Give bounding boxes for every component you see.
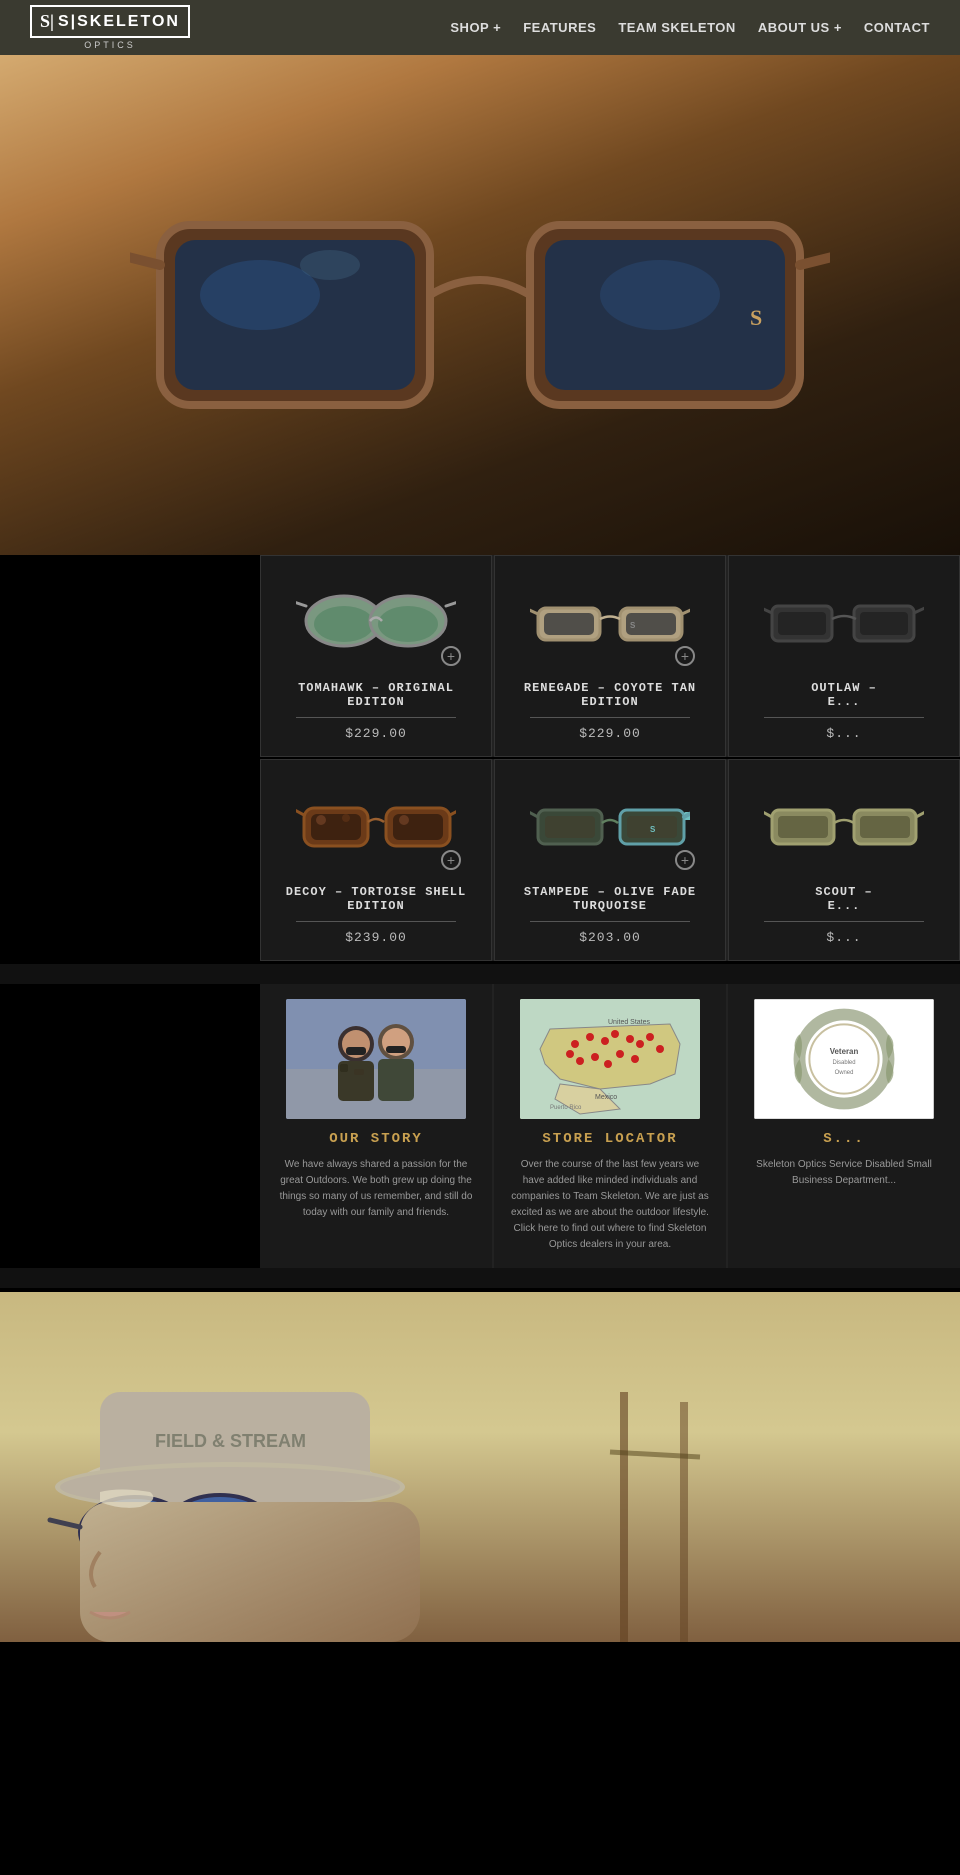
scout-glasses-svg xyxy=(764,790,924,860)
product-renegade-price: $229.00 xyxy=(579,726,641,741)
product-scout-image xyxy=(754,775,934,875)
bottom-hero: FIELD & STREAM S xyxy=(0,1292,960,1642)
our-story-title: OUR STORY xyxy=(329,1131,423,1147)
left-black-col-2 xyxy=(0,759,260,961)
nav-shop[interactable]: SHOP + xyxy=(450,20,501,35)
svg-text:Veteran: Veteran xyxy=(830,1047,859,1056)
product-scout-price: $... xyxy=(826,930,861,945)
product-tomahawk[interactable]: + TOMAHAWK – ORIGINAL EDITION $229.00 xyxy=(260,555,492,757)
award-svg: Veteran Disabled Owned xyxy=(755,999,933,1119)
product-stampede-name: STAMPEDE – OLIVE FADE TURQUOISE xyxy=(510,885,710,913)
left-black-col-1 xyxy=(0,555,260,757)
info-award[interactable]: Veteran Disabled Owned S... Skeleton Opt… xyxy=(728,984,960,1268)
outlaw-glasses-svg xyxy=(764,586,924,656)
product-decoy-name: DECOY – TORTOISE SHELL EDITION xyxy=(276,885,476,913)
info-section: OUR STORY We have always shared a passio… xyxy=(0,964,960,1288)
product-plus-icon[interactable]: + xyxy=(675,646,695,666)
store-locator-map-svg: Mexico United States Puerto Rico xyxy=(520,999,700,1119)
product-tomahawk-price: $229.00 xyxy=(345,726,407,741)
nav-team[interactable]: TEAM SKELETON xyxy=(618,20,736,35)
award-image: Veteran Disabled Owned xyxy=(754,999,934,1119)
main-nav: SHOP + FEATURES TEAM SKELETON ABOUT US +… xyxy=(450,20,930,35)
svg-text:S: S xyxy=(750,305,762,330)
product-plus-icon[interactable]: + xyxy=(441,850,461,870)
renegade-glasses-svg: S xyxy=(530,586,690,656)
nav-contact[interactable]: CONTACT xyxy=(864,20,930,35)
site-header: S| S|SKELETON OPTICS SHOP + FEATURES TEA… xyxy=(0,0,960,55)
product-decoy-image: + xyxy=(286,775,466,875)
product-scout-name: SCOUT –E... xyxy=(815,885,872,913)
store-locator-image: Mexico United States Puerto Rico xyxy=(520,999,700,1119)
logo[interactable]: S| S|SKELETON OPTICS xyxy=(30,5,190,50)
products-row-2: + DECOY – TORTOISE SHELL EDITION $239.00… xyxy=(0,759,960,961)
bottom-hero-svg: FIELD & STREAM S xyxy=(0,1292,960,1642)
product-decoy-price: $239.00 xyxy=(345,930,407,945)
product-plus-icon[interactable]: + xyxy=(675,850,695,870)
product-tomahawk-name: TOMAHAWK – ORIGINAL EDITION xyxy=(276,681,476,709)
product-divider xyxy=(530,921,690,922)
product-stampede-image: S + xyxy=(520,775,700,875)
decoy-glasses-svg xyxy=(296,790,456,860)
story-photo-svg xyxy=(286,999,466,1119)
product-outlaw-price: $... xyxy=(826,726,861,741)
product-outlaw-name: OUTLAW –E... xyxy=(811,681,877,709)
info-store-locator[interactable]: Mexico United States Puerto Rico STORE L… xyxy=(494,984,726,1268)
product-stampede[interactable]: S + STAMPEDE – OLIVE FADE TURQUOISE $203… xyxy=(494,759,726,961)
product-scout[interactable]: SCOUT –E... $... xyxy=(728,759,960,961)
svg-text:Disabled: Disabled xyxy=(832,1060,855,1066)
nav-about[interactable]: ABOUT US + xyxy=(758,20,842,35)
products-row-1: + TOMAHAWK – ORIGINAL EDITION $229.00 S xyxy=(0,555,960,757)
product-divider xyxy=(296,717,456,718)
award-title: S... xyxy=(823,1131,865,1147)
hero-sunglasses-svg: S xyxy=(130,165,830,445)
product-renegade-name: RENEGADE – COYOTE TAN EDITION xyxy=(510,681,710,709)
svg-text:S: S xyxy=(630,621,636,630)
products-grid-row1: + TOMAHAWK – ORIGINAL EDITION $229.00 S xyxy=(260,555,960,757)
logo-sub: OPTICS xyxy=(84,40,136,50)
product-renegade[interactable]: S + RENEGADE – COYOTE TAN EDITION $229.0… xyxy=(494,555,726,757)
product-outlaw-image xyxy=(754,571,934,671)
svg-text:United States: United States xyxy=(608,1019,651,1026)
svg-text:S: S xyxy=(650,825,656,834)
award-text: Skeleton Optics Service Disabled Small B… xyxy=(743,1157,945,1189)
product-decoy[interactable]: + DECOY – TORTOISE SHELL EDITION $239.00 xyxy=(260,759,492,961)
svg-text:Puerto Rico: Puerto Rico xyxy=(550,1105,582,1111)
product-plus-icon[interactable]: + xyxy=(441,646,461,666)
store-locator-text: Over the course of the last few years we… xyxy=(509,1157,711,1253)
product-divider xyxy=(530,717,690,718)
left-black-col-3 xyxy=(0,984,260,1268)
tomahawk-glasses-svg xyxy=(296,586,456,656)
store-locator-title: STORE LOCATOR xyxy=(542,1131,677,1147)
product-divider xyxy=(764,921,924,922)
product-divider xyxy=(764,717,924,718)
info-our-story[interactable]: OUR STORY We have always shared a passio… xyxy=(260,984,492,1268)
svg-text:Owned: Owned xyxy=(835,1070,854,1076)
logo-s-icon: S| xyxy=(40,11,54,32)
product-outlaw[interactable]: OUTLAW –E... $... xyxy=(728,555,960,757)
product-renegade-image: S + xyxy=(520,571,700,671)
product-tomahawk-image: + xyxy=(286,571,466,671)
product-divider xyxy=(296,921,456,922)
svg-text:FIELD & STREAM: FIELD & STREAM xyxy=(155,1431,306,1451)
svg-text:Mexico: Mexico xyxy=(595,1094,617,1101)
product-stampede-price: $203.00 xyxy=(579,930,641,945)
hero-image: S xyxy=(0,55,960,555)
logo-text: S|SKELETON xyxy=(58,13,180,31)
nav-features[interactable]: FEATURES xyxy=(523,20,596,35)
stampede-glasses-svg: S xyxy=(530,790,690,860)
our-story-image xyxy=(286,999,466,1119)
our-story-text: We have always shared a passion for the … xyxy=(275,1157,477,1221)
products-grid-row2: + DECOY – TORTOISE SHELL EDITION $239.00… xyxy=(260,759,960,961)
